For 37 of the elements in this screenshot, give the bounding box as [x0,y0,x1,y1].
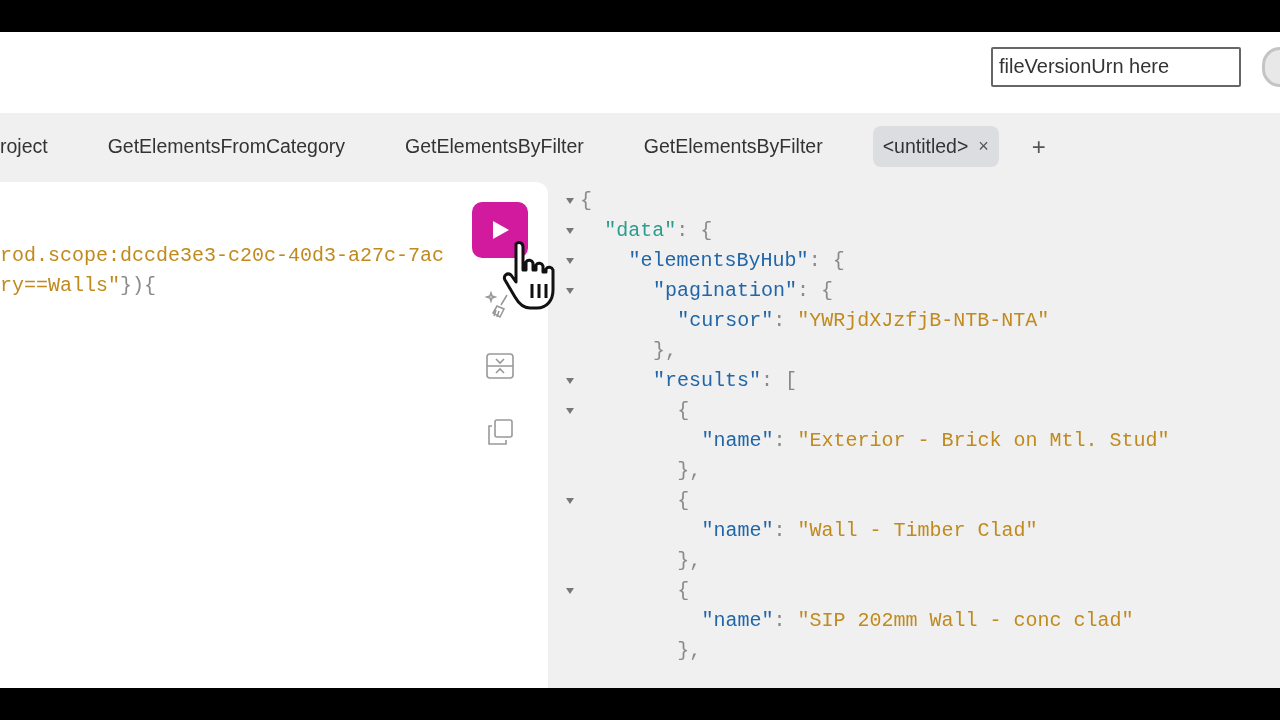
code-line: "pagination": { [652,278,833,304]
tab[interactable]: GetElementsByFilter [395,126,594,167]
code-line: }, [677,638,702,664]
collapse-box-icon [485,351,515,381]
code-line: "name": "SIP 202mm Wall - conc clad" [701,608,1134,634]
code-line: "cursor": "YWRjdXJzfjB-NTB-NTA" [677,308,1050,334]
code-line: "name": "Exterior - Brick on Mtl. Stud" [701,428,1170,454]
merge-button[interactable] [484,350,516,382]
code-line: rod.scope:dccde3e3-c20c-40d3-a27c-7ac [0,243,446,269]
tab[interactable]: <untitled> × [872,126,999,167]
code-line: "elementsByHub": { [628,248,845,274]
fold-arrow-icon[interactable] [565,256,575,266]
code-line: }, [677,548,702,574]
code-line: { [677,398,690,424]
close-tab-button[interactable]: × [978,136,989,157]
tab[interactable]: GetElementsFromCategory [97,126,356,167]
urn-input-field[interactable]: fileVersionUrn here [991,46,1241,87]
tab[interactable]: GetElementsByFilter [633,126,833,167]
code-line: { [677,488,690,514]
fold-arrow-icon[interactable] [565,496,575,506]
code-line: ry==Walls"}){ [0,273,158,299]
code-line: "data": { [604,218,713,244]
fold-arrow-icon[interactable] [565,376,575,386]
fold-arrow-icon[interactable] [565,406,575,416]
add-tab-button[interactable]: + [1031,132,1046,161]
code-line: "results": [ [652,368,797,394]
copy-icon [486,418,514,446]
code-line: }, [652,338,677,364]
code-line: { [677,578,690,604]
fold-arrow-icon[interactable] [565,196,575,206]
code-line: }, [677,458,702,484]
fold-arrow-icon[interactable] [565,286,575,296]
code-line: { [580,188,592,214]
fold-arrow-icon[interactable] [565,586,575,596]
tab[interactable]: roject [0,126,58,167]
code-line: "name": "Wall - Timber Clad" [701,518,1038,544]
fold-arrow-icon[interactable] [565,226,575,236]
